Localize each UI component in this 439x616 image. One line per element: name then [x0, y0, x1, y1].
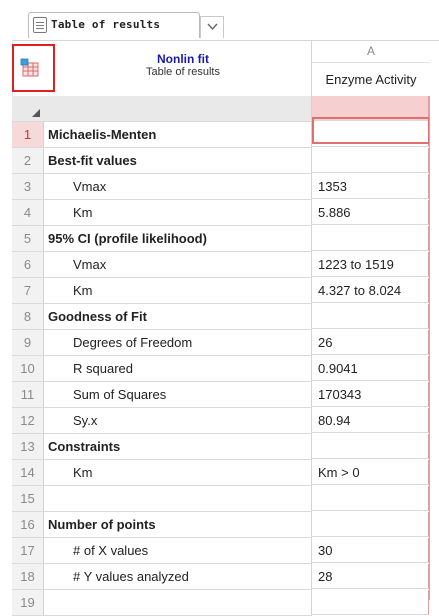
triangle-icon: [32, 109, 40, 117]
column-header-a[interactable]: A Enzyme Activity: [311, 40, 430, 96]
row-label: Degrees of Freedom: [43, 330, 312, 356]
row-number[interactable]: 14: [12, 460, 44, 486]
table-row[interactable]: 18 # Y values analyzed 28: [12, 564, 439, 590]
row-number[interactable]: 11: [12, 382, 44, 408]
selected-cell-outline: [312, 117, 430, 144]
value-cell[interactable]: [312, 434, 429, 459]
table-row[interactable]: 19: [12, 590, 439, 616]
table-row[interactable]: 17 # of X values 30: [12, 538, 439, 564]
section-label: [43, 486, 312, 512]
tab-title: Table of results: [51, 18, 161, 31]
table-row[interactable]: 4 Km 5.886: [12, 200, 439, 226]
row-label: Km: [43, 200, 312, 226]
row-label: Vmax: [43, 252, 312, 278]
value-cell[interactable]: 1353: [312, 174, 429, 199]
table-row[interactable]: 3 Vmax 1353: [12, 174, 439, 200]
table-row[interactable]: 6 Vmax 1223 to 1519: [12, 252, 439, 278]
column-border: [429, 96, 430, 600]
table-row[interactable]: 10 R squared 0.9041: [12, 356, 439, 382]
value-cell[interactable]: 80.94: [312, 408, 429, 433]
value-cell[interactable]: 26: [312, 330, 429, 355]
row-label: Vmax: [43, 174, 312, 200]
section-label: Best-fit values: [43, 148, 312, 174]
value-cell[interactable]: 0.9041: [312, 356, 429, 381]
row-number[interactable]: 3: [12, 174, 44, 200]
document-icon: [33, 17, 47, 33]
value-cell[interactable]: [312, 148, 429, 173]
row-number[interactable]: 19: [12, 590, 44, 616]
row-label: Sy.x: [43, 408, 312, 434]
row-number[interactable]: 12: [12, 408, 44, 434]
tab-menu-button[interactable]: [200, 16, 224, 38]
row-number[interactable]: 13: [12, 434, 44, 460]
sheet-title: Nonlin fit: [157, 52, 209, 66]
row-number[interactable]: 10: [12, 356, 44, 382]
row-label: Sum of Squares: [43, 382, 312, 408]
value-cell[interactable]: Km > 0: [312, 460, 429, 485]
value-cell[interactable]: 28: [312, 564, 429, 589]
table-format-button[interactable]: [12, 44, 55, 92]
header-label-cell: [43, 96, 312, 122]
row-number[interactable]: 17: [12, 538, 44, 564]
value-cell[interactable]: 4.327 to 8.024: [312, 278, 429, 303]
sheet-title-block: Nonlin fit Table of results: [56, 40, 310, 96]
row-label: # of X values: [43, 538, 312, 564]
row-label: # Y values analyzed: [43, 564, 312, 590]
row-number[interactable]: 2: [12, 148, 44, 174]
table-format-icon: [20, 58, 39, 77]
chevron-down-icon: [207, 23, 218, 31]
row-number[interactable]: 7: [12, 278, 44, 304]
table-row[interactable]: 8 Goodness of Fit: [12, 304, 439, 330]
row-label: R squared: [43, 356, 312, 382]
table-row[interactable]: 11 Sum of Squares 170343: [12, 382, 439, 408]
row-number[interactable]: 4: [12, 200, 44, 226]
row-number[interactable]: 8: [12, 304, 44, 330]
row-label: Km: [43, 460, 312, 486]
table-row[interactable]: 2 Best-fit values: [12, 148, 439, 174]
row-number[interactable]: 5: [12, 226, 44, 252]
section-label: Goodness of Fit: [43, 304, 312, 330]
table-row[interactable]: 5 95% CI (profile likelihood): [12, 226, 439, 252]
row-number[interactable]: 18: [12, 564, 44, 590]
section-label: Number of points: [43, 512, 312, 538]
section-label: 95% CI (profile likelihood): [43, 226, 312, 252]
table-row[interactable]: 14 Km Km > 0: [12, 460, 439, 486]
value-cell[interactable]: 170343: [312, 382, 429, 407]
header-corner[interactable]: [12, 96, 44, 122]
value-cell[interactable]: 1223 to 1519: [312, 252, 429, 277]
column-title[interactable]: Enzyme Activity: [312, 63, 430, 96]
value-cell[interactable]: [312, 304, 429, 329]
row-number[interactable]: 16: [12, 512, 44, 538]
value-cell[interactable]: [312, 590, 429, 615]
value-cell[interactable]: [312, 226, 429, 251]
value-cell[interactable]: [312, 512, 429, 537]
value-cell[interactable]: [312, 486, 429, 511]
tab-bar: Table of results: [0, 0, 439, 41]
table-row[interactable]: 16 Number of points: [12, 512, 439, 538]
value-cell[interactable]: 5.886: [312, 200, 429, 225]
sheet-subtitle: Table of results: [146, 66, 220, 78]
column-letter: A: [312, 40, 430, 63]
table-row[interactable]: 13 Constraints: [12, 434, 439, 460]
row-number[interactable]: 15: [12, 486, 44, 512]
section-label: Constraints: [43, 434, 312, 460]
row-number[interactable]: 1: [12, 122, 44, 148]
table-row[interactable]: 15: [12, 486, 439, 512]
row-number[interactable]: 6: [12, 252, 44, 278]
row-label: Km: [43, 278, 312, 304]
section-label: Michaelis-Menten: [43, 122, 312, 148]
table-row[interactable]: 7 Km 4.327 to 8.024: [12, 278, 439, 304]
tab-table-of-results[interactable]: Table of results: [28, 12, 200, 38]
value-cell[interactable]: 30: [312, 538, 429, 563]
table-row[interactable]: 12 Sy.x 80.94: [12, 408, 439, 434]
section-label: [43, 590, 312, 616]
row-number[interactable]: 9: [12, 330, 44, 356]
table-row[interactable]: 9 Degrees of Freedom 26: [12, 330, 439, 356]
